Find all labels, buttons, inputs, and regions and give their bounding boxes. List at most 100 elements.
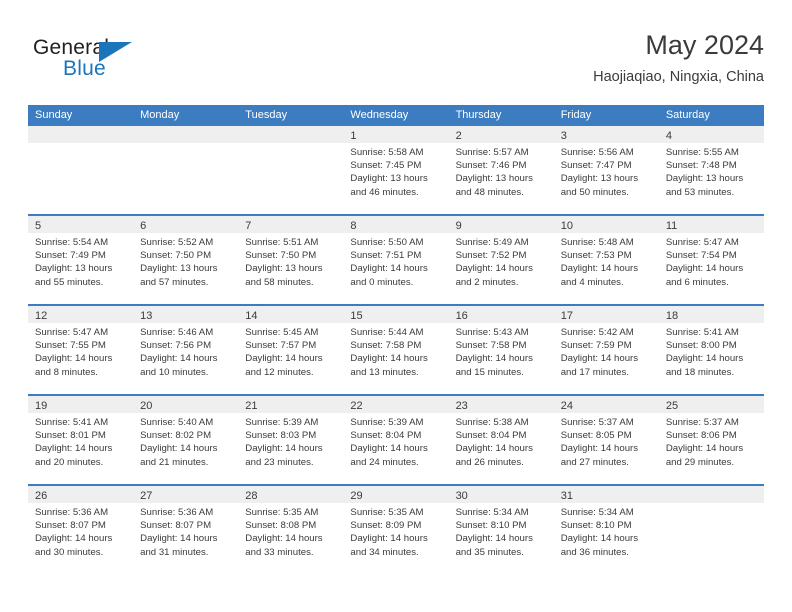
sunset-text: Sunset: 7:59 PM: [560, 340, 632, 352]
calendar-day-cell[interactable]: 5 Sunrise: 5:54 AM Sunset: 7:49 PM Daylight…: [28, 216, 134, 304]
calendar-day-cell[interactable]: 20 Sunrise: 5:40 AM Sunset: 8:02 PM Dayligh…: [133, 396, 239, 484]
daylight-text-line2: and 53 minutes.: [665, 186, 735, 198]
daylight-text-line2: and 8 minutes.: [35, 366, 98, 378]
calendar-day-cell[interactable]: 8 Sunrise: 5:50 AM Sunset: 7:51 PM Daylight…: [343, 216, 449, 304]
calendar-day-cell[interactable]: 1 Sunrise: 5:58 AM Sunset: 7:45 PM Daylight…: [343, 126, 449, 214]
daylight-text-line2: and 58 minutes.: [245, 276, 314, 288]
calendar-day-cell[interactable]: 7 Sunrise: 5:51 AM Sunset: 7:50 PM Daylight…: [238, 216, 344, 304]
day-number: 30: [455, 490, 468, 502]
day-number: 5: [35, 220, 42, 232]
daylight-text-line2: and 31 minutes.: [140, 546, 209, 558]
calendar-grid: Sunday Monday Tuesday Wednesday Thursday Frid…: [28, 105, 764, 574]
calendar-day-cell[interactable]: 17 Sunrise: 5:42 AM Sunset: 7:59 PM Dayligh…: [553, 306, 659, 394]
daylight-text-line2: and 4 minutes.: [560, 276, 624, 288]
calendar-week-row: 19 Sunrise: 5:41 AM Sunset: 8:01 PM Dayligh…: [28, 394, 764, 484]
daylight-text-line2: and 12 minutes.: [245, 366, 314, 378]
daylight-text-line1: Daylight: 14 hours: [140, 443, 218, 455]
sunset-text: Sunset: 7:53 PM: [560, 250, 632, 262]
calendar-day-cell[interactable]: 15 Sunrise: 5:44 AM Sunset: 7:58 PM Dayligh…: [343, 306, 449, 394]
calendar-day-cell[interactable]: 30 Sunrise: 5:34 AM Sunset: 8:10 PM Dayligh…: [448, 486, 554, 574]
calendar-day-cell[interactable]: 14 Sunrise: 5:45 AM Sunset: 7:57 PM Dayligh…: [238, 306, 344, 394]
day-number-band: 2: [448, 126, 554, 143]
day-details: Sunrise: 5:37 AM Sunset: 8:05 PM Daylight:…: [554, 413, 659, 469]
day-details: Sunrise: 5:58 AM Sunset: 7:45 PM Daylight:…: [343, 143, 448, 199]
sunrise-text: Sunrise: 5:47 AM: [665, 237, 739, 248]
day-details: Sunrise: 5:50 AM Sunset: 7:51 PM Daylight:…: [343, 233, 448, 289]
calendar-day-cell[interactable]: 28 Sunrise: 5:35 AM Sunset: 8:08 PM Dayligh…: [238, 486, 344, 574]
sunrise-text: Sunrise: 5:39 AM: [245, 417, 319, 428]
general-blue-logo[interactable]: General Blue: [33, 36, 163, 90]
daylight-text-line2: and 48 minutes.: [455, 186, 524, 198]
day-number-band: 4: [658, 126, 764, 143]
sunrise-text: Sunrise: 5:45 AM: [245, 327, 319, 338]
daylight-text-line2: and 6 minutes.: [665, 276, 729, 288]
daylight-text-line2: and 33 minutes.: [245, 546, 314, 558]
calendar-day-cell[interactable]: 19 Sunrise: 5:41 AM Sunset: 8:01 PM Dayligh…: [28, 396, 134, 484]
calendar-day-cell[interactable]: 6 Sunrise: 5:52 AM Sunset: 7:50 PM Daylight…: [133, 216, 239, 304]
day-number-band: 20: [133, 396, 239, 413]
daylight-text-line1: Daylight: 14 hours: [455, 353, 533, 365]
daylight-text-line1: Daylight: 13 hours: [665, 173, 744, 185]
sunrise-text: Sunrise: 5:49 AM: [455, 237, 529, 248]
calendar-day-cell[interactable]: 16 Sunrise: 5:43 AM Sunset: 7:58 PM Dayligh…: [448, 306, 554, 394]
day-number-band: 24: [553, 396, 659, 413]
day-number: 3: [560, 130, 567, 142]
daylight-text-line2: and 34 minutes.: [350, 546, 419, 558]
calendar-day-cell[interactable]: 11 Sunrise: 5:47 AM Sunset: 7:54 PM Dayligh…: [658, 216, 764, 304]
daylight-text-line2: and 23 minutes.: [245, 456, 314, 468]
sunset-text: Sunset: 8:07 PM: [140, 520, 212, 532]
calendar-day-cell[interactable]: 29 Sunrise: 5:35 AM Sunset: 8:09 PM Dayligh…: [343, 486, 449, 574]
calendar-day-cell[interactable]: 24 Sunrise: 5:37 AM Sunset: 8:05 PM Dayligh…: [553, 396, 659, 484]
calendar-day-cell[interactable]: 23 Sunrise: 5:38 AM Sunset: 8:04 PM Dayligh…: [448, 396, 554, 484]
calendar-day-cell[interactable]: 25 Sunrise: 5:37 AM Sunset: 8:06 PM Dayligh…: [658, 396, 764, 484]
day-number-band: 22: [343, 396, 449, 413]
calendar-day-cell-empty: [238, 126, 344, 214]
day-number: 9: [455, 220, 462, 232]
day-details: Sunrise: 5:57 AM Sunset: 7:46 PM Daylight:…: [449, 143, 554, 199]
calendar-day-cell[interactable]: 2 Sunrise: 5:57 AM Sunset: 7:46 PM Daylight…: [448, 126, 554, 214]
calendar-day-cell[interactable]: 26 Sunrise: 5:36 AM Sunset: 8:07 PM Dayligh…: [28, 486, 134, 574]
calendar-day-cell[interactable]: 18 Sunrise: 5:41 AM Sunset: 8:00 PM Dayligh…: [658, 306, 764, 394]
daylight-text-line1: Daylight: 14 hours: [140, 353, 218, 365]
sunset-text: Sunset: 7:52 PM: [455, 250, 527, 262]
calendar-day-cell[interactable]: 31 Sunrise: 5:34 AM Sunset: 8:10 PM Dayligh…: [553, 486, 659, 574]
weekday-header-wednesday: Wednesday: [350, 109, 409, 121]
calendar-day-cell[interactable]: 4 Sunrise: 5:55 AM Sunset: 7:48 PM Daylight…: [658, 126, 764, 214]
daylight-text-line1: Daylight: 14 hours: [140, 533, 218, 545]
daylight-text-line2: and 20 minutes.: [35, 456, 104, 468]
day-number-band: 12: [28, 306, 134, 323]
day-details: Sunrise: 5:56 AM Sunset: 7:47 PM Daylight:…: [554, 143, 659, 199]
sunrise-text: Sunrise: 5:41 AM: [665, 327, 739, 338]
day-number: 20: [140, 400, 153, 412]
sunrise-text: Sunrise: 5:55 AM: [665, 147, 739, 158]
day-number-band: 13: [133, 306, 239, 323]
daylight-text-line1: Daylight: 14 hours: [665, 353, 744, 365]
day-number-band: 27: [133, 486, 239, 503]
calendar-day-cell[interactable]: 12 Sunrise: 5:47 AM Sunset: 7:55 PM Dayligh…: [28, 306, 134, 394]
day-number: 7: [245, 220, 252, 232]
day-number-band: 10: [553, 216, 659, 233]
day-number-band: 6: [133, 216, 239, 233]
calendar-day-cell[interactable]: 13 Sunrise: 5:46 AM Sunset: 7:56 PM Dayligh…: [133, 306, 239, 394]
day-number-band: 21: [238, 396, 344, 413]
daylight-text-line1: Daylight: 14 hours: [35, 353, 113, 365]
sunset-text: Sunset: 7:58 PM: [350, 340, 422, 352]
sunrise-text: Sunrise: 5:35 AM: [245, 507, 319, 518]
calendar-day-cell[interactable]: 3 Sunrise: 5:56 AM Sunset: 7:47 PM Daylight…: [553, 126, 659, 214]
day-number: 28: [245, 490, 258, 502]
calendar-day-cell[interactable]: 27 Sunrise: 5:36 AM Sunset: 8:07 PM Dayligh…: [133, 486, 239, 574]
calendar-day-cell[interactable]: 21 Sunrise: 5:39 AM Sunset: 8:03 PM Dayligh…: [238, 396, 344, 484]
daylight-text-line1: Daylight: 13 hours: [245, 263, 323, 275]
day-details: Sunrise: 5:55 AM Sunset: 7:48 PM Daylight:…: [659, 143, 764, 199]
calendar-day-cell[interactable]: 22 Sunrise: 5:39 AM Sunset: 8:04 PM Dayligh…: [343, 396, 449, 484]
day-details: Sunrise: 5:39 AM Sunset: 8:03 PM Daylight:…: [238, 413, 343, 469]
daylight-text-line2: and 30 minutes.: [35, 546, 104, 558]
day-number: 12: [35, 310, 48, 322]
sunrise-text: Sunrise: 5:37 AM: [665, 417, 739, 428]
calendar-week-row: 12 Sunrise: 5:47 AM Sunset: 7:55 PM Dayligh…: [28, 304, 764, 394]
daylight-text-line2: and 26 minutes.: [455, 456, 524, 468]
sunrise-text: Sunrise: 5:41 AM: [35, 417, 109, 428]
calendar-day-cell[interactable]: 9 Sunrise: 5:49 AM Sunset: 7:52 PM Daylight…: [448, 216, 554, 304]
calendar-day-cell[interactable]: 10 Sunrise: 5:48 AM Sunset: 7:53 PM Dayligh…: [553, 216, 659, 304]
daylight-text-line1: Daylight: 14 hours: [665, 263, 744, 275]
